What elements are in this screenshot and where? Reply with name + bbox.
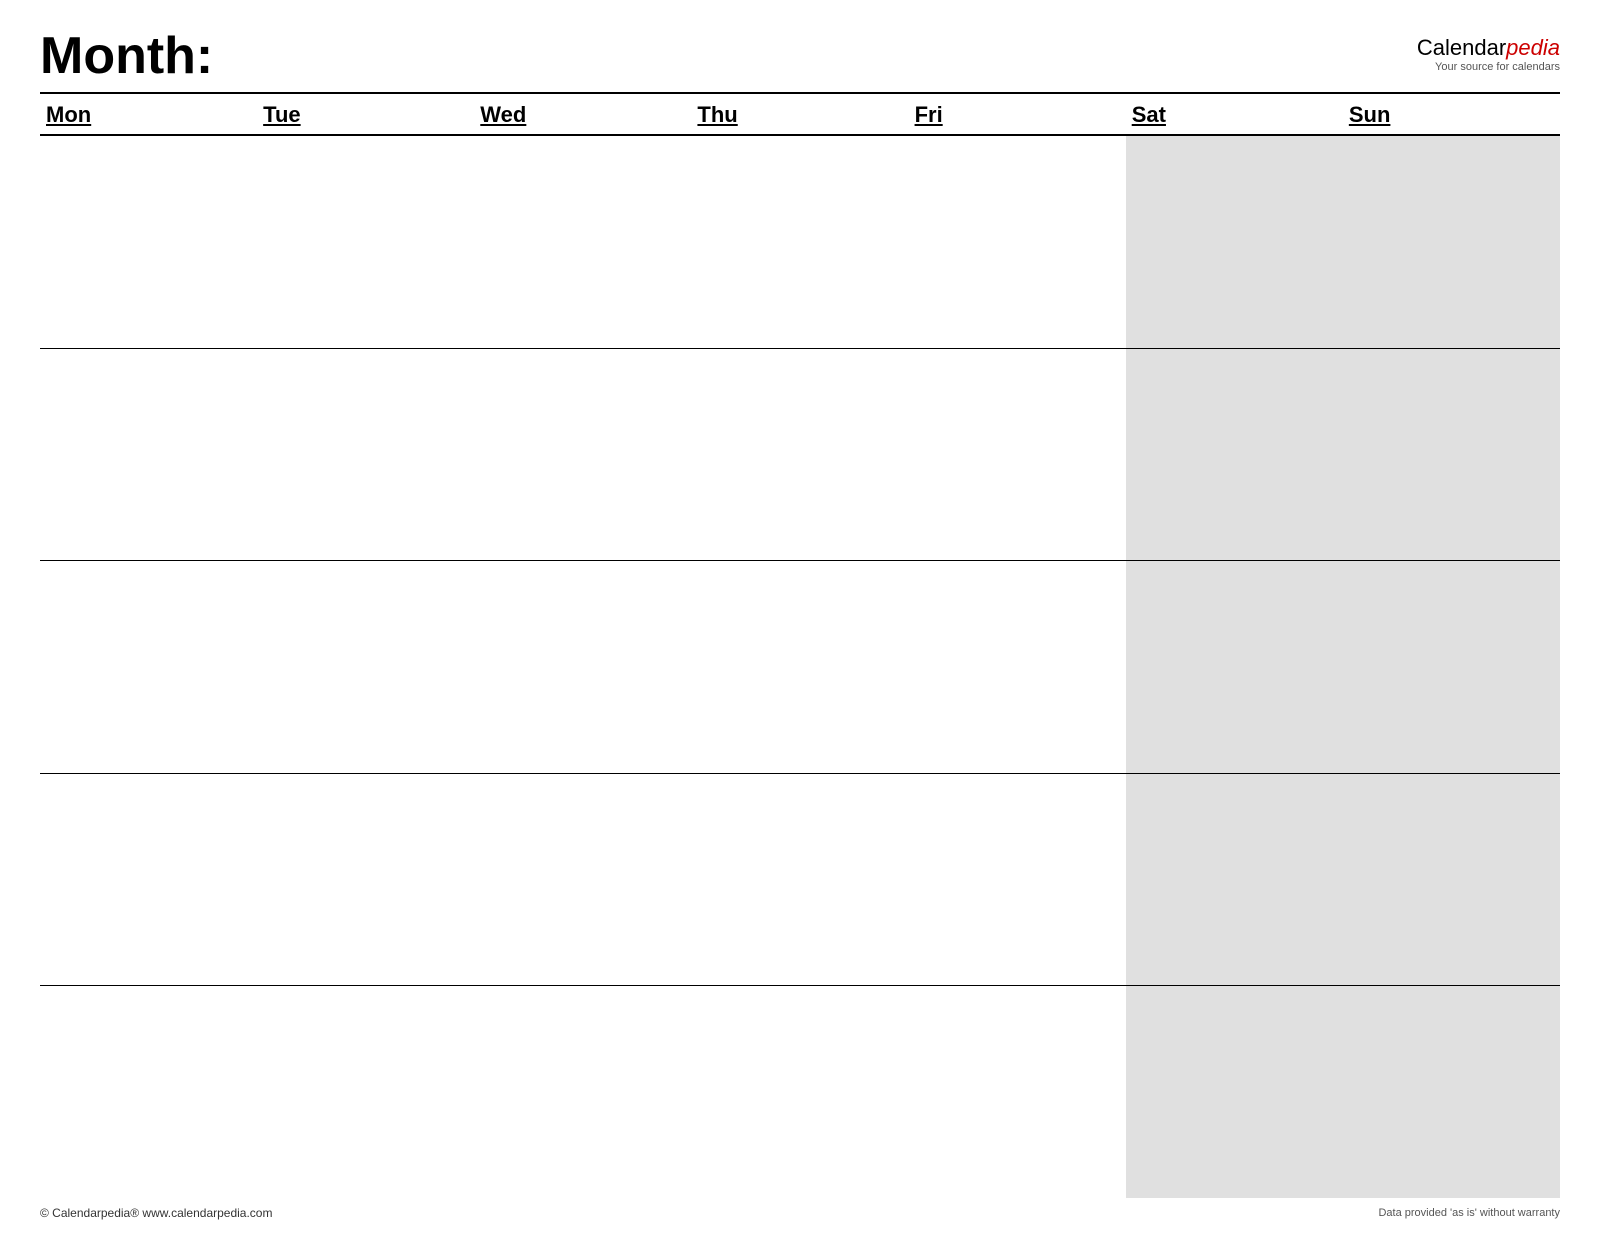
week3-fri (909, 561, 1126, 773)
week5-mon (40, 986, 257, 1198)
day-header-mon: Mon (40, 94, 257, 134)
week4-fri (909, 774, 1126, 986)
week5-wed (474, 986, 691, 1198)
week5-sat (1126, 986, 1343, 1198)
logo-text: Calendarpedia (1417, 35, 1560, 61)
week1-tue (257, 136, 474, 348)
week4-sat (1126, 774, 1343, 986)
footer-disclaimer: Data provided 'as is' without warranty (1378, 1207, 1560, 1219)
day-header-tue: Tue (257, 94, 474, 134)
week3-mon (40, 561, 257, 773)
week2-sat (1126, 349, 1343, 561)
week5-tue (257, 986, 474, 1198)
week4-mon (40, 774, 257, 986)
week-row-4 (40, 774, 1560, 987)
calendar-grid: Mon Tue Wed Thu Fri Sat Sun (40, 92, 1560, 1198)
day-header-sun: Sun (1343, 94, 1560, 134)
week2-tue (257, 349, 474, 561)
week1-sun (1343, 136, 1560, 348)
week3-thu (691, 561, 908, 773)
week-row-5 (40, 986, 1560, 1198)
week-row-1 (40, 136, 1560, 349)
week2-thu (691, 349, 908, 561)
weeks-container (40, 136, 1560, 1198)
week4-tue (257, 774, 474, 986)
week1-fri (909, 136, 1126, 348)
month-title: Month: (40, 30, 213, 82)
week1-wed (474, 136, 691, 348)
week2-mon (40, 349, 257, 561)
week1-thu (691, 136, 908, 348)
week3-sat (1126, 561, 1343, 773)
day-headers: Mon Tue Wed Thu Fri Sat Sun (40, 94, 1560, 136)
week4-wed (474, 774, 691, 986)
week1-mon (40, 136, 257, 348)
week5-sun (1343, 986, 1560, 1198)
week5-fri (909, 986, 1126, 1198)
day-header-thu: Thu (691, 94, 908, 134)
header: Month: Calendarpedia Your source for cal… (40, 30, 1560, 82)
week3-sun (1343, 561, 1560, 773)
week-row-3 (40, 561, 1560, 774)
logo-pedia: pedia (1506, 35, 1560, 60)
week2-fri (909, 349, 1126, 561)
day-header-fri: Fri (909, 94, 1126, 134)
day-header-wed: Wed (474, 94, 691, 134)
logo-container: Calendarpedia Your source for calendars (1417, 35, 1560, 73)
week4-sun (1343, 774, 1560, 986)
day-header-sat: Sat (1126, 94, 1343, 134)
week2-wed (474, 349, 691, 561)
page-container: Month: Calendarpedia Your source for cal… (0, 0, 1600, 1250)
week-row-2 (40, 349, 1560, 562)
week2-sun (1343, 349, 1560, 561)
week3-tue (257, 561, 474, 773)
logo-calendar: Calendar (1417, 35, 1506, 60)
week5-thu (691, 986, 908, 1198)
footer: © Calendarpedia® www.calendarpedia.com D… (40, 1198, 1560, 1220)
week3-wed (474, 561, 691, 773)
footer-copyright: © Calendarpedia® www.calendarpedia.com (40, 1206, 272, 1220)
week1-sat (1126, 136, 1343, 348)
week4-thu (691, 774, 908, 986)
logo-tagline: Your source for calendars (1435, 61, 1560, 73)
